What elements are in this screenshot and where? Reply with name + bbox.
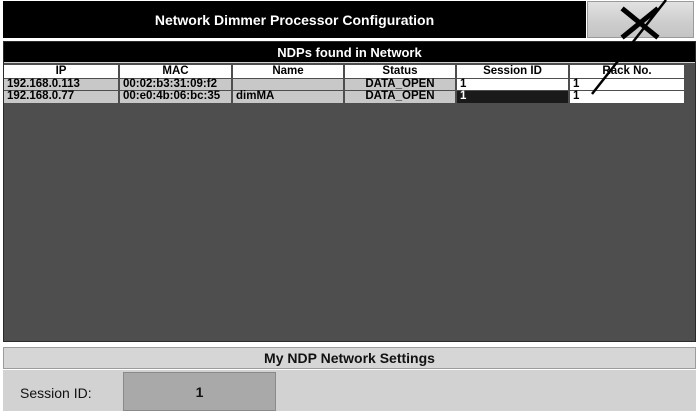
column-header-rack-no[interactable]: Rack No. [569, 65, 686, 79]
close-button[interactable] [587, 1, 694, 40]
column-header-ip[interactable]: IP [4, 65, 120, 79]
cell-rack-no[interactable]: 1 [569, 78, 686, 91]
cell-rack-no[interactable]: 1 [569, 90, 686, 103]
session-id-label: Session ID: [20, 385, 92, 401]
column-header-session-id[interactable]: Session ID [456, 65, 570, 79]
column-header-status[interactable]: Status [344, 65, 457, 79]
column-header-name[interactable]: Name [232, 65, 345, 79]
cell-session-id[interactable]: 1 [456, 78, 570, 91]
window-title: Network Dimmer Processor Configuration [3, 1, 586, 38]
ndp-list-panel: NDPs found in Network IP MAC Name Status… [3, 41, 696, 342]
cell-name[interactable] [232, 78, 345, 91]
settings-panel [3, 370, 696, 411]
cell-ip[interactable]: 192.168.0.77 [4, 90, 120, 103]
cell-name[interactable]: dimMA [232, 90, 345, 103]
cell-mac[interactable]: 00:e0:4b:06:bc:35 [119, 90, 233, 103]
close-x-icon [620, 6, 660, 40]
cell-mac[interactable]: 00:02:b3:31:09:f2 [119, 78, 233, 91]
cell-status[interactable]: DATA_OPEN [344, 78, 457, 91]
session-id-field[interactable]: 1 [123, 372, 276, 411]
cell-ip[interactable]: 192.168.0.113 [4, 78, 120, 91]
cell-session-id-selected[interactable]: 1 [456, 90, 570, 103]
table-row[interactable]: 192.168.0.113 00:02:b3:31:09:f2 DATA_OPE… [4, 78, 686, 91]
table-header-row: IP MAC Name Status Session ID Rack No. [4, 65, 686, 79]
table-row[interactable]: 192.168.0.77 00:e0:4b:06:bc:35 dimMA DAT… [4, 90, 686, 103]
cell-status[interactable]: DATA_OPEN [344, 90, 457, 103]
ndp-table: IP MAC Name Status Session ID Rack No. 1… [4, 65, 686, 103]
column-header-mac[interactable]: MAC [119, 65, 233, 79]
ndp-list-title: NDPs found in Network [4, 42, 695, 63]
settings-title: My NDP Network Settings [3, 347, 696, 369]
